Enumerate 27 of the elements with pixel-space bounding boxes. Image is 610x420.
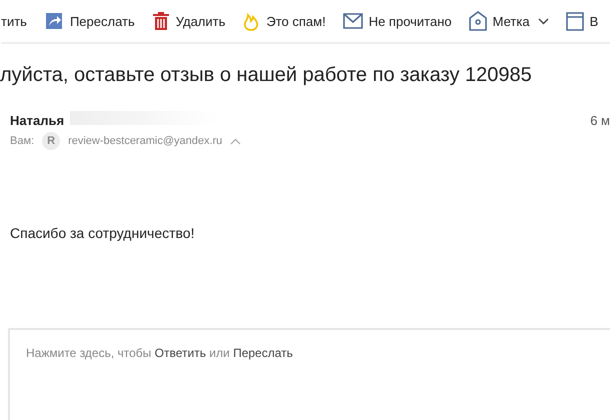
tag-icon xyxy=(468,11,487,31)
email-date: 6 м xyxy=(590,113,610,128)
recipient-address[interactable]: review-bestceramic@yandex.ru xyxy=(68,135,222,147)
forward-icon xyxy=(44,11,64,31)
caret-icon xyxy=(538,18,549,24)
reply-box[interactable]: Нажмите здесь, чтобы Ответить или Переслать xyxy=(8,328,610,420)
flame-icon xyxy=(242,11,260,31)
toolbar-button[interactable]: Метка xyxy=(468,11,549,31)
toolbar-button[interactable]: Это спам! xyxy=(242,11,326,31)
toolbar-button[interactable]: Не прочитано xyxy=(342,13,452,29)
trash-icon xyxy=(152,11,170,31)
sender-name: Наталья xyxy=(10,113,64,128)
toolbar-button[interactable]: Переслать xyxy=(44,11,135,31)
reply-link[interactable]: Переслать xyxy=(233,346,293,360)
envelope-icon xyxy=(342,13,363,29)
reply-hint: или xyxy=(209,346,230,360)
chevron-up-icon[interactable] xyxy=(230,138,242,144)
recipient-label: Вам: xyxy=(10,135,34,147)
toolbar-button[interactable]: В xyxy=(566,11,598,31)
reply-hint: Нажмите здесь, чтобы xyxy=(26,346,152,360)
folder-icon xyxy=(566,11,584,31)
email-subject: луйста, оставьте отзыв о нашей работе по заказу 120985 xyxy=(0,64,533,87)
avatar: R xyxy=(42,132,60,150)
email-body: Спасибо за сотрудничество! xyxy=(10,225,196,241)
toolbar-button[interactable]: Удалить xyxy=(152,11,226,31)
reply-link[interactable]: Ответить xyxy=(154,346,206,360)
toolbar-button[interactable]: тить xyxy=(1,14,27,28)
